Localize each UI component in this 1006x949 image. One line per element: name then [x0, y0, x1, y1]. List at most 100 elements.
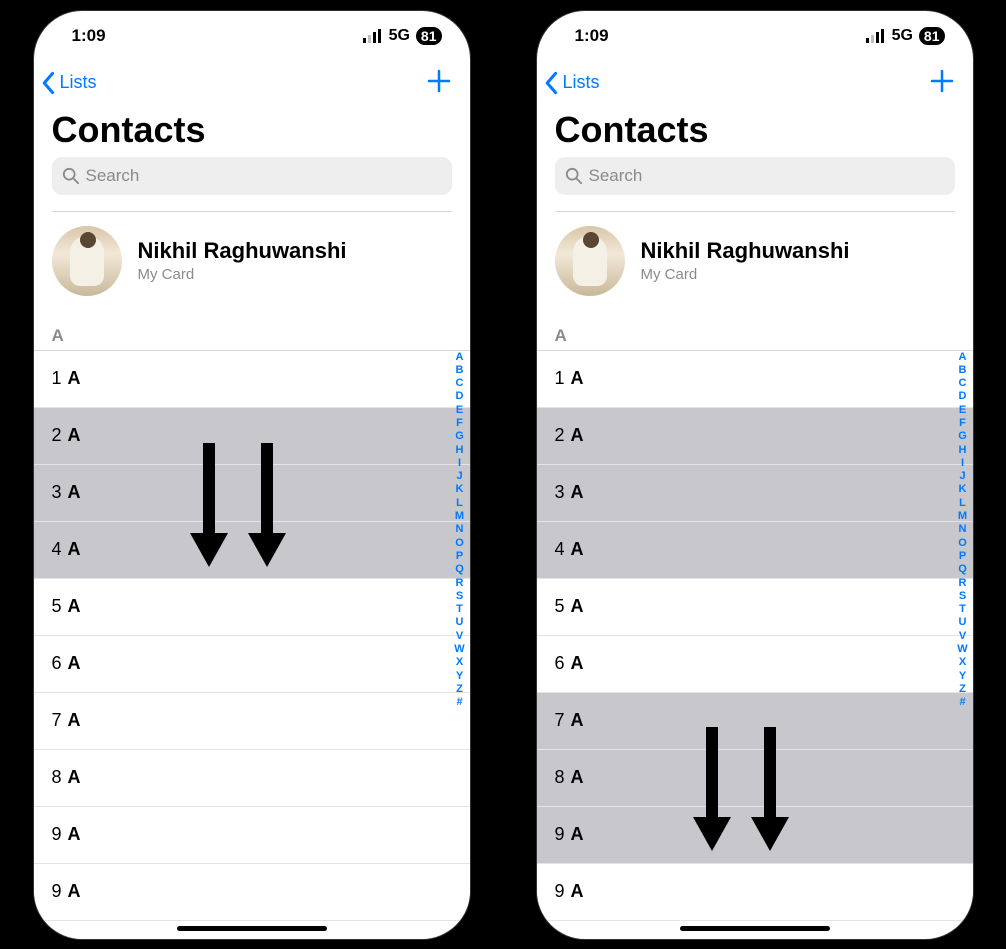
home-indicator[interactable] — [177, 926, 327, 931]
contact-row[interactable]: 3A — [537, 465, 973, 522]
contact-row[interactable]: 6A — [537, 636, 973, 693]
index-letter[interactable]: N — [456, 523, 464, 536]
index-letter[interactable]: O — [958, 537, 967, 550]
index-letter[interactable]: C — [959, 377, 967, 390]
index-letter[interactable]: V — [456, 630, 463, 643]
search-input[interactable]: Search — [52, 157, 452, 195]
contact-row[interactable]: 9A — [34, 807, 470, 864]
index-letter[interactable]: I — [458, 457, 461, 470]
index-letter[interactable]: M — [455, 510, 464, 523]
index-letter[interactable]: Q — [958, 563, 967, 576]
index-letter[interactable]: R — [959, 577, 967, 590]
index-letter[interactable]: A — [959, 351, 967, 364]
back-label: Lists — [60, 72, 97, 93]
nav-bar: Lists — [34, 61, 470, 105]
home-indicator[interactable] — [680, 926, 830, 931]
contact-row[interactable]: 3A — [34, 465, 470, 522]
index-letter[interactable]: Q — [455, 563, 464, 576]
index-letter[interactable]: Z — [456, 683, 463, 696]
index-letter[interactable]: X — [959, 656, 966, 669]
search-placeholder: Search — [589, 166, 643, 186]
status-right: 5G 81 — [363, 27, 442, 45]
contact-row[interactable]: 6A — [34, 636, 470, 693]
index-letter[interactable]: J — [456, 470, 462, 483]
my-card-row[interactable]: Nikhil Raghuwanshi My Card — [34, 212, 470, 314]
index-letter[interactable]: D — [959, 390, 967, 403]
section-header: A — [34, 314, 470, 351]
add-button[interactable] — [426, 67, 456, 99]
contact-row[interactable]: 9A — [34, 864, 470, 921]
index-letter[interactable]: K — [456, 483, 464, 496]
index-letter[interactable]: J — [959, 470, 965, 483]
contact-row[interactable]: 2A — [34, 408, 470, 465]
contact-row[interactable]: 4A — [34, 522, 470, 579]
index-letter[interactable]: # — [456, 696, 462, 709]
mycard-name: Nikhil Raghuwanshi — [641, 238, 850, 264]
index-letter[interactable]: D — [456, 390, 464, 403]
contact-row[interactable]: 1A — [537, 351, 973, 408]
index-letter[interactable]: B — [456, 364, 464, 377]
index-letter[interactable]: F — [456, 417, 463, 430]
contact-row[interactable]: 5A — [537, 579, 973, 636]
add-button[interactable] — [929, 67, 959, 99]
network-label: 5G — [389, 27, 410, 45]
contact-row[interactable]: 8A — [34, 750, 470, 807]
index-letter[interactable]: T — [959, 603, 966, 616]
index-letter[interactable]: R — [456, 577, 464, 590]
contact-row[interactable]: 8A — [537, 750, 973, 807]
back-button[interactable]: Lists — [543, 71, 600, 95]
contact-row[interactable]: 2A — [537, 408, 973, 465]
avatar — [555, 226, 625, 296]
index-letter[interactable]: E — [959, 404, 966, 417]
alpha-index[interactable]: ABCDEFGHIJKLMNOPQRSTUVWXYZ# — [452, 351, 468, 710]
index-letter[interactable]: G — [455, 430, 464, 443]
index-letter[interactable]: W — [454, 643, 464, 656]
contact-row[interactable]: 4A — [537, 522, 973, 579]
index-letter[interactable]: E — [456, 404, 463, 417]
index-letter[interactable]: H — [456, 444, 464, 457]
index-letter[interactable]: C — [456, 377, 464, 390]
contact-row[interactable]: 9A — [537, 864, 973, 921]
index-letter[interactable]: U — [959, 616, 967, 629]
index-letter[interactable]: A — [456, 351, 464, 364]
index-letter[interactable]: G — [958, 430, 967, 443]
contacts-list[interactable]: 1A2A3A4A5A6A7A8A9A9AABCDEFGHIJKLMNOPQRST… — [34, 351, 470, 921]
index-letter[interactable]: S — [959, 590, 966, 603]
contact-row[interactable]: 9A — [537, 807, 973, 864]
index-letter[interactable]: Y — [456, 670, 463, 683]
contacts-list[interactable]: 1A2A3A4A5A6A7A8A9A9AABCDEFGHIJKLMNOPQRST… — [537, 351, 973, 921]
index-letter[interactable]: K — [959, 483, 967, 496]
index-letter[interactable]: B — [959, 364, 967, 377]
search-icon — [565, 167, 583, 185]
index-letter[interactable]: V — [959, 630, 966, 643]
index-letter[interactable]: P — [456, 550, 463, 563]
index-letter[interactable]: O — [455, 537, 464, 550]
index-letter[interactable]: I — [961, 457, 964, 470]
index-letter[interactable]: U — [456, 616, 464, 629]
index-letter[interactable]: L — [959, 497, 966, 510]
contact-row[interactable]: 7A — [537, 693, 973, 750]
alpha-index[interactable]: ABCDEFGHIJKLMNOPQRSTUVWXYZ# — [955, 351, 971, 710]
index-letter[interactable]: F — [959, 417, 966, 430]
contact-row[interactable]: 1A — [34, 351, 470, 408]
index-letter[interactable]: S — [456, 590, 463, 603]
index-letter[interactable]: T — [456, 603, 463, 616]
contact-row[interactable]: 7A — [34, 693, 470, 750]
my-card-row[interactable]: Nikhil Raghuwanshi My Card — [537, 212, 973, 314]
index-letter[interactable]: M — [958, 510, 967, 523]
index-letter[interactable]: Z — [959, 683, 966, 696]
mycard-name: Nikhil Raghuwanshi — [138, 238, 347, 264]
index-letter[interactable]: W — [957, 643, 967, 656]
search-input[interactable]: Search — [555, 157, 955, 195]
index-letter[interactable]: H — [959, 444, 967, 457]
index-letter[interactable]: N — [959, 523, 967, 536]
contact-row[interactable]: 5A — [34, 579, 470, 636]
index-letter[interactable]: L — [456, 497, 463, 510]
index-letter[interactable]: X — [456, 656, 463, 669]
back-button[interactable]: Lists — [40, 71, 97, 95]
index-letter[interactable]: Y — [959, 670, 966, 683]
index-letter[interactable]: # — [959, 696, 965, 709]
back-label: Lists — [563, 72, 600, 93]
index-letter[interactable]: P — [959, 550, 966, 563]
battery-icon: 81 — [416, 27, 442, 45]
